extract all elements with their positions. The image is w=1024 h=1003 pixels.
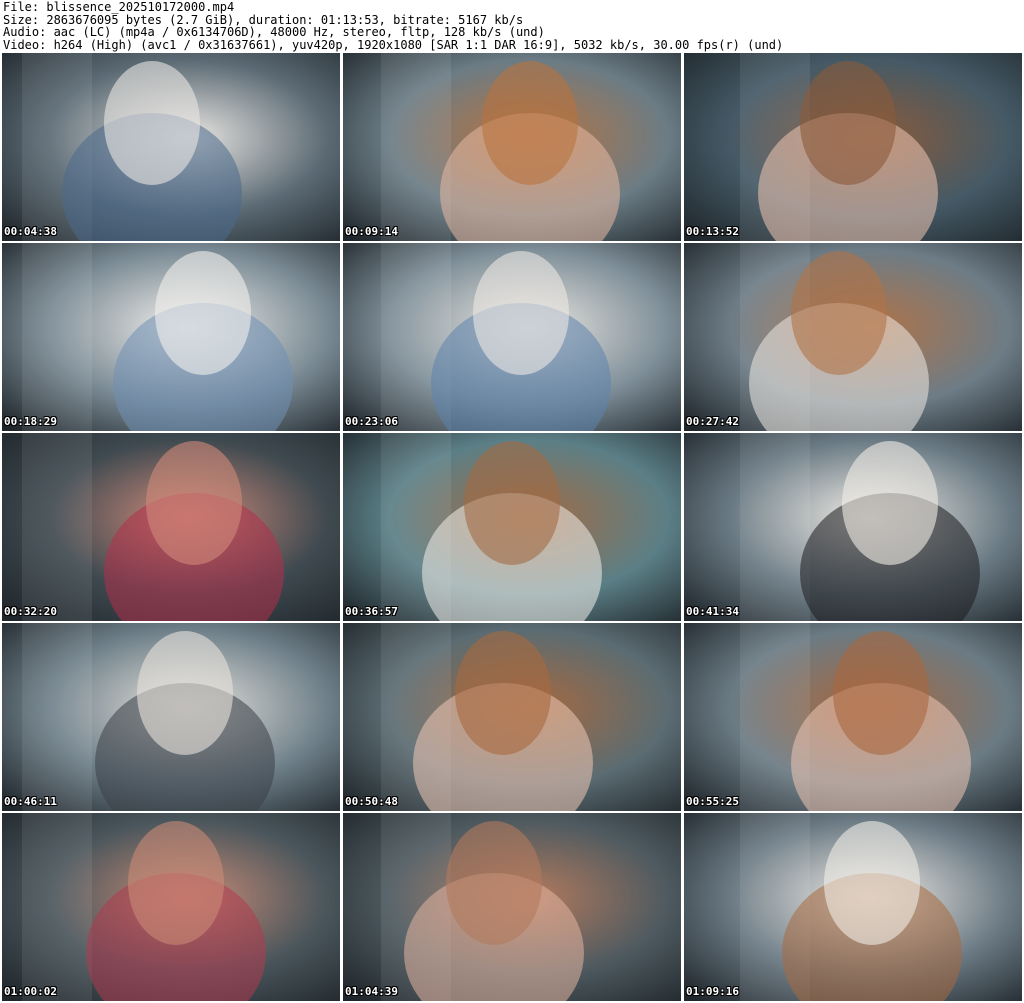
timestamp-label: 00:09:14 (345, 225, 398, 238)
file-name-line: File: blissence_202510172000.mp4 (3, 1, 235, 14)
video-info-line: Video: h264 (High) (avc1 / 0x31637661), … (3, 37, 784, 52)
thumbnail-image (343, 53, 681, 241)
thumbnail-image (343, 813, 681, 1001)
thumbnail-frame[interactable]: 00:23:06 (343, 243, 681, 431)
thumbnail-image (684, 813, 1022, 1001)
thumbnail-image (2, 53, 340, 241)
file-info-header: File: blissence_202510172000.mp4 Size: 2… (3, 1, 1021, 53)
thumbnail-image (2, 623, 340, 811)
timestamp-label: 01:04:39 (345, 985, 398, 998)
audio-info-line: Audio: aac (LC) (mp4a / 0x6134706D), 480… (3, 25, 545, 40)
timestamp-label: 00:41:34 (686, 605, 739, 618)
thumbnail-image (2, 243, 340, 431)
thumbnail-frame[interactable]: 00:09:14 (343, 53, 681, 241)
thumbnail-image (684, 433, 1022, 621)
thumbnail-image (2, 433, 340, 621)
thumbnail-frame[interactable]: 00:32:20 (2, 433, 340, 621)
thumbnail-frame[interactable]: 00:27:42 (684, 243, 1022, 431)
timestamp-label: 00:50:48 (345, 795, 398, 808)
timestamp-label: 00:23:06 (345, 415, 398, 428)
thumbnail-frame[interactable]: 01:00:02 (2, 813, 340, 1001)
thumbnail-image (684, 243, 1022, 431)
thumbnail-frame[interactable]: 01:09:16 (684, 813, 1022, 1001)
timestamp-label: 00:27:42 (686, 415, 739, 428)
timestamp-label: 00:13:52 (686, 225, 739, 238)
thumbnail-frame[interactable]: 00:41:34 (684, 433, 1022, 621)
thumbnail-frame[interactable]: 00:55:25 (684, 623, 1022, 811)
thumbnail-image (2, 813, 340, 1001)
thumbnail-grid: 00:04:38 00:09:14 00:13:52 00:18:29 00:23:06… (2, 53, 1022, 1003)
thumbnail-image (684, 623, 1022, 811)
thumbnail-frame[interactable]: 01:04:39 (343, 813, 681, 1001)
thumbnail-frame[interactable]: 00:36:57 (343, 433, 681, 621)
thumbnail-frame[interactable]: 00:46:11 (2, 623, 340, 811)
timestamp-label: 00:55:25 (686, 795, 739, 808)
thumbnail-frame[interactable]: 00:13:52 (684, 53, 1022, 241)
timestamp-label: 00:46:11 (4, 795, 57, 808)
thumbnail-image (684, 53, 1022, 241)
thumbnail-image (343, 623, 681, 811)
thumbnail-image (343, 433, 681, 621)
timestamp-label: 00:04:38 (4, 225, 57, 238)
timestamp-label: 00:32:20 (4, 605, 57, 618)
timestamp-label: 00:36:57 (345, 605, 398, 618)
timestamp-label: 01:09:16 (686, 985, 739, 998)
thumbnail-image (343, 243, 681, 431)
timestamp-label: 01:00:02 (4, 985, 57, 998)
thumbnail-frame[interactable]: 00:50:48 (343, 623, 681, 811)
thumbnail-frame[interactable]: 00:18:29 (2, 243, 340, 431)
thumbnail-frame[interactable]: 00:04:38 (2, 53, 340, 241)
timestamp-label: 00:18:29 (4, 415, 57, 428)
